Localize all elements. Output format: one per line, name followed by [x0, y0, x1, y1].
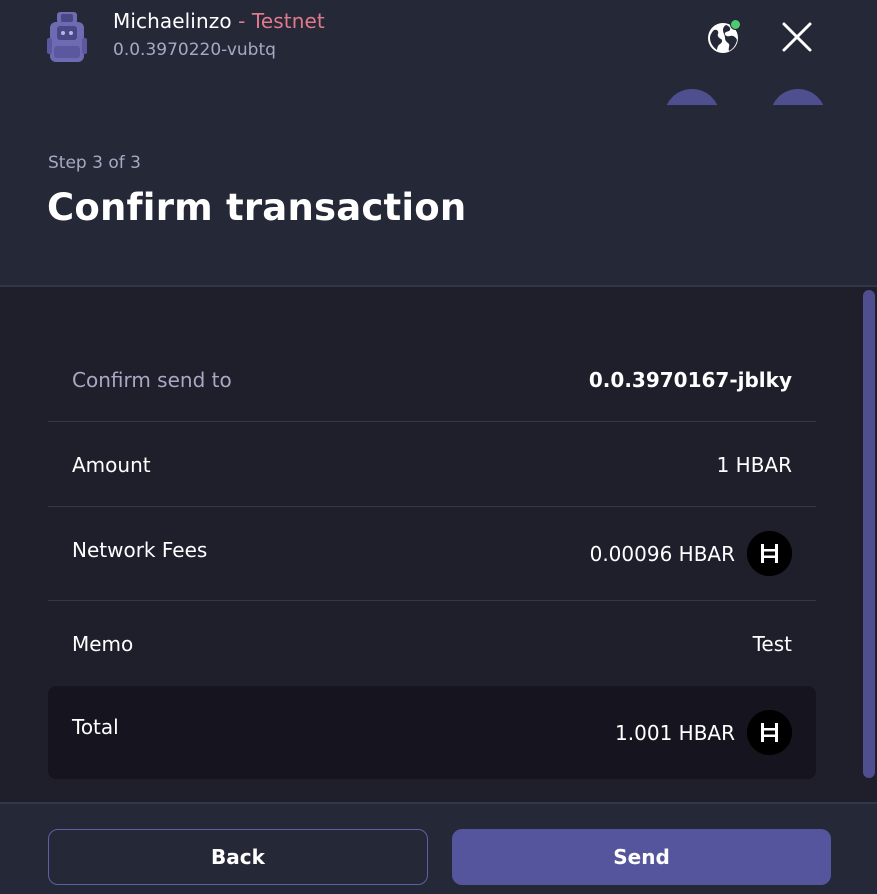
decorative-circle: [770, 89, 826, 105]
decorative-circle: [664, 89, 720, 105]
back-button[interactable]: Back: [48, 829, 428, 885]
total-label: Total: [72, 715, 119, 739]
memo-value: Test: [752, 632, 792, 656]
header: Michaelinzo - Testnet 0.0.3970220-vubtq …: [0, 0, 877, 285]
footer-actions: Back Send: [0, 802, 877, 894]
network-fees-value-group: 0.00096 HBAR: [590, 531, 792, 576]
memo-row: Memo Test: [48, 601, 816, 686]
send-transaction-screen: Michaelinzo - Testnet 0.0.3970220-vubtq …: [0, 0, 877, 894]
total-value-group: 1.001 HBAR: [615, 710, 792, 755]
hbar-icon: [747, 531, 792, 576]
network-fees-label: Network Fees: [72, 538, 208, 562]
total-value: 1.001 HBAR: [615, 720, 735, 745]
memo-label: Memo: [72, 632, 134, 656]
confirm-send-to-label: Confirm send to: [72, 368, 232, 392]
amount-label: Amount: [72, 453, 151, 477]
amount-row: Amount 1 HBAR: [48, 422, 816, 507]
close-icon: [782, 22, 812, 52]
backpack-wallet-icon: [47, 12, 87, 64]
hbar-icon: [747, 710, 792, 755]
scrollbar[interactable]: [863, 290, 875, 778]
recipient-account-id: 0.0.3970167-jblky: [588, 368, 792, 392]
amount-value: 1 HBAR: [716, 453, 792, 477]
close-button[interactable]: [778, 18, 816, 56]
step-indicator: Step 3 of 3: [48, 153, 141, 173]
confirm-send-to-row: Confirm send to 0.0.3970167-jblky: [48, 337, 816, 422]
transaction-details: Confirm send to 0.0.3970167-jblky Amount…: [0, 285, 877, 802]
network-fees-value: 0.00096 HBAR: [589, 541, 735, 566]
network-status-button[interactable]: [705, 18, 743, 56]
send-button[interactable]: Send: [452, 829, 831, 885]
total-row: Total 1.001 HBAR: [48, 686, 816, 779]
network-fees-row: Network Fees 0.00096 HBAR: [48, 507, 816, 601]
network-label: - Testnet: [231, 9, 325, 33]
account-name-text: Michaelinzo: [113, 9, 232, 33]
account-id: 0.0.3970220-vubtq: [113, 40, 276, 60]
network-status-dot: [730, 19, 741, 30]
account-name: Michaelinzo - Testnet: [113, 9, 325, 33]
page-title: Confirm transaction: [47, 186, 467, 229]
